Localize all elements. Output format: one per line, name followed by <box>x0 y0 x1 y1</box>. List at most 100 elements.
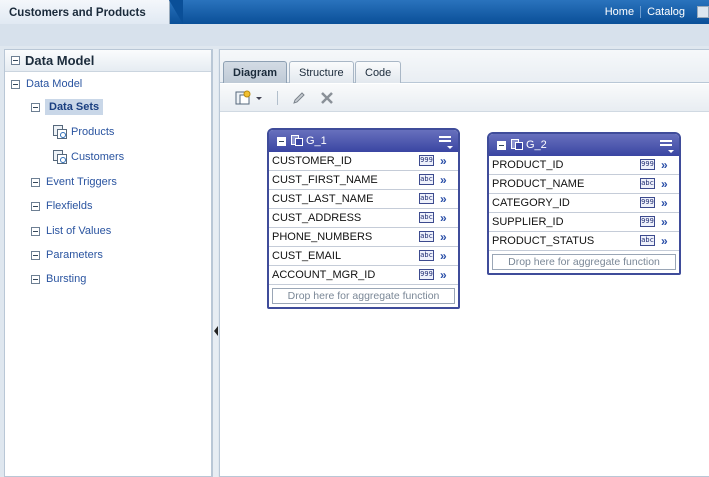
tree-label: Parameters <box>46 249 103 261</box>
collapse-icon[interactable] <box>31 226 40 236</box>
home-link[interactable]: Home <box>599 6 640 18</box>
collapse-icon[interactable] <box>277 136 286 146</box>
collapse-icon[interactable] <box>497 140 506 150</box>
expand-icon[interactable]: » <box>440 174 447 186</box>
expand-icon[interactable]: » <box>440 250 447 262</box>
field-name: CUST_LAST_NAME <box>272 193 374 205</box>
text-type-icon: abc <box>419 250 434 261</box>
data-model-panel: Data Model Data Model Data Sets Products… <box>4 49 212 477</box>
edit-button[interactable] <box>291 89 307 107</box>
field-list: CUSTOMER_ID 999 » CUST_FIRST_NAME abc » … <box>269 152 458 285</box>
field-row[interactable]: PRODUCT_NAME abc » <box>489 175 679 194</box>
panel-splitter[interactable] <box>212 49 218 477</box>
field-row[interactable]: PRODUCT_STATUS abc » <box>489 232 679 251</box>
number-type-icon: 999 <box>419 269 434 280</box>
data-group-g2[interactable]: G_2 PRODUCT_ID 999 » PRODUCT_NAME abc » … <box>487 132 681 275</box>
new-data-set-button[interactable] <box>235 89 263 107</box>
tree-item-products[interactable]: Products <box>53 123 114 141</box>
expand-icon[interactable]: » <box>440 155 447 167</box>
field-row[interactable]: CATEGORY_ID 999 » <box>489 194 679 213</box>
group-header[interactable]: G_1 <box>269 130 458 152</box>
collapse-icon[interactable] <box>31 274 40 284</box>
number-type-icon: 999 <box>640 159 655 170</box>
group-menu-icon[interactable] <box>439 136 453 149</box>
tree-label: Products <box>71 126 115 138</box>
tree-item-data-sets[interactable]: Data Sets <box>31 98 104 116</box>
field-list: PRODUCT_ID 999 » PRODUCT_NAME abc » CATE… <box>489 156 679 251</box>
field-row[interactable]: ACCOUNT_MGR_ID 999 » <box>269 266 458 285</box>
tree-label: Data Sets <box>45 99 104 115</box>
group-menu-icon[interactable] <box>660 140 674 153</box>
text-type-icon: abc <box>419 212 434 223</box>
field-name: ACCOUNT_MGR_ID <box>272 269 376 281</box>
group-header[interactable]: G_2 <box>489 134 679 156</box>
tree-item-bursting[interactable]: Bursting <box>31 270 86 288</box>
text-type-icon: abc <box>640 178 655 189</box>
tree-item-list-of-values[interactable]: List of Values <box>31 222 111 240</box>
more-menu-icon[interactable] <box>697 6 709 18</box>
field-name: CATEGORY_ID <box>492 197 570 209</box>
group-name: G_1 <box>306 135 327 147</box>
text-type-icon: abc <box>419 193 434 204</box>
field-row[interactable]: CUST_LAST_NAME abc » <box>269 190 458 209</box>
tab-structure[interactable]: Structure <box>289 61 354 83</box>
delete-x-icon <box>321 92 333 104</box>
data-set-icon <box>53 125 67 139</box>
tree-label: Data Model <box>26 78 83 90</box>
field-name: PRODUCT_NAME <box>492 178 585 190</box>
collapse-icon[interactable] <box>31 201 40 211</box>
field-row[interactable]: PHONE_NUMBERS abc » <box>269 228 458 247</box>
header-band <box>0 24 709 46</box>
collapse-icon[interactable] <box>31 250 40 260</box>
diagram-toolbar <box>220 84 709 112</box>
tree-label: Customers <box>71 151 125 163</box>
field-row[interactable]: SUPPLIER_ID 999 » <box>489 213 679 232</box>
tree-item-flexfields[interactable]: Flexfields <box>31 197 92 215</box>
pencil-icon <box>293 92 305 104</box>
expand-icon[interactable]: » <box>440 231 447 243</box>
data-set-icon <box>511 139 523 151</box>
report-tab[interactable]: Customers and Products <box>0 0 183 27</box>
collapse-arrow-icon[interactable] <box>214 326 218 336</box>
collapse-icon[interactable] <box>31 102 40 112</box>
field-name: PHONE_NUMBERS <box>272 231 373 243</box>
collapse-icon[interactable] <box>31 177 40 187</box>
expand-icon[interactable]: » <box>440 193 447 205</box>
field-row[interactable]: CUST_ADDRESS abc » <box>269 209 458 228</box>
tree-item-data-model[interactable]: Data Model <box>11 75 82 93</box>
expand-icon[interactable]: » <box>661 159 668 171</box>
field-row[interactable]: CUST_FIRST_NAME abc » <box>269 171 458 190</box>
number-type-icon: 999 <box>640 197 655 208</box>
data-set-icon <box>53 150 67 164</box>
catalog-link[interactable]: Catalog <box>640 6 691 18</box>
field-name: CUST_ADDRESS <box>272 212 362 224</box>
data-group-g1[interactable]: G_1 CUSTOMER_ID 999 » CUST_FIRST_NAME ab… <box>267 128 460 309</box>
data-set-icon <box>291 135 303 147</box>
field-row[interactable]: CUSTOMER_ID 999 » <box>269 152 458 171</box>
expand-icon[interactable]: » <box>661 178 668 190</box>
delete-button[interactable] <box>319 89 335 107</box>
tab-code[interactable]: Code <box>355 61 402 83</box>
expand-icon[interactable]: » <box>440 212 447 224</box>
text-type-icon: abc <box>640 235 655 246</box>
expand-icon[interactable]: » <box>661 235 668 247</box>
expand-icon[interactable]: » <box>440 269 447 281</box>
tab-diagram[interactable]: Diagram <box>223 61 288 83</box>
tree-item-event-triggers[interactable]: Event Triggers <box>31 173 117 191</box>
diagram-panel: Diagram Structure Code G_1 CUSTOMER_ID 9… <box>219 49 709 477</box>
expand-icon[interactable]: » <box>661 197 668 209</box>
text-type-icon: abc <box>419 174 434 185</box>
field-row[interactable]: PRODUCT_ID 999 » <box>489 156 679 175</box>
aggregate-dropzone[interactable]: Drop here for aggregate function <box>492 254 676 270</box>
field-row[interactable]: CUST_EMAIL abc » <box>269 247 458 266</box>
collapse-panel-icon[interactable] <box>11 56 20 65</box>
expand-icon[interactable]: » <box>661 216 668 228</box>
group-name: G_2 <box>526 139 547 151</box>
tree-item-customers[interactable]: Customers <box>53 148 124 166</box>
tree-label: List of Values <box>46 225 112 237</box>
tab-label: Diagram <box>233 66 278 79</box>
tree-item-parameters[interactable]: Parameters <box>31 246 103 264</box>
collapse-icon[interactable] <box>11 79 20 89</box>
aggregate-dropzone[interactable]: Drop here for aggregate function <box>272 288 455 304</box>
field-name: PRODUCT_ID <box>492 159 564 171</box>
